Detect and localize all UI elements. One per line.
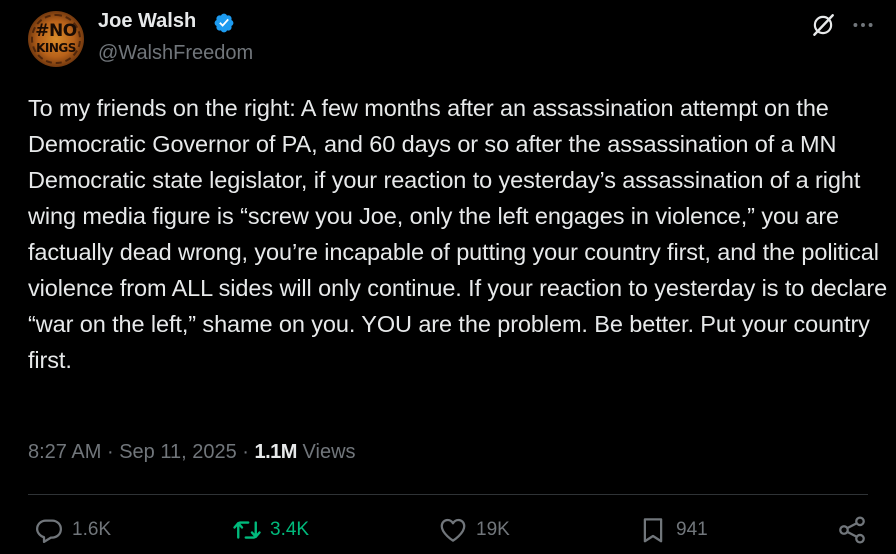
post-date[interactable]: Sep 11, 2025 [119,441,237,463]
heart-icon [440,518,466,542]
views-label: Views [302,441,356,463]
bookmark-count: 941 [676,519,708,540]
repost-icon [233,521,261,539]
meta-separator: · [106,441,114,463]
reply-count: 1.6K [72,519,112,540]
like-count: 19K [476,519,510,540]
author-handle[interactable]: @WalshFreedom [98,42,253,65]
divider [28,494,868,495]
avatar[interactable]: #NO KINGS [28,11,84,67]
bookmark-icon [643,518,663,543]
post-time[interactable]: 8:27 AM [28,441,101,463]
reply-icon [36,519,62,543]
repost-button[interactable]: 3.4K [232,512,309,548]
avatar-text-kings: KINGS [36,41,76,55]
repost-count: 3.4K [270,519,310,540]
post-text: To my friends on the right: A few months… [28,95,888,373]
views-count: 1.1M [254,441,298,463]
grok-icon[interactable] [810,12,836,38]
verified-badge-icon [214,13,234,33]
meta-separator: · [242,441,249,463]
author-name[interactable]: Joe Walsh [98,10,196,33]
more-icon[interactable] [850,12,876,38]
avatar-text-no: #NO [35,21,77,41]
like-button[interactable]: 19K [438,512,510,548]
post-meta: 8:27 AM · Sep 11, 2025 · 1.1M Views [28,441,356,464]
share-icon[interactable] [836,514,868,546]
reply-button[interactable]: 1.6K [34,512,111,548]
bookmark-button[interactable]: 941 [638,512,708,548]
